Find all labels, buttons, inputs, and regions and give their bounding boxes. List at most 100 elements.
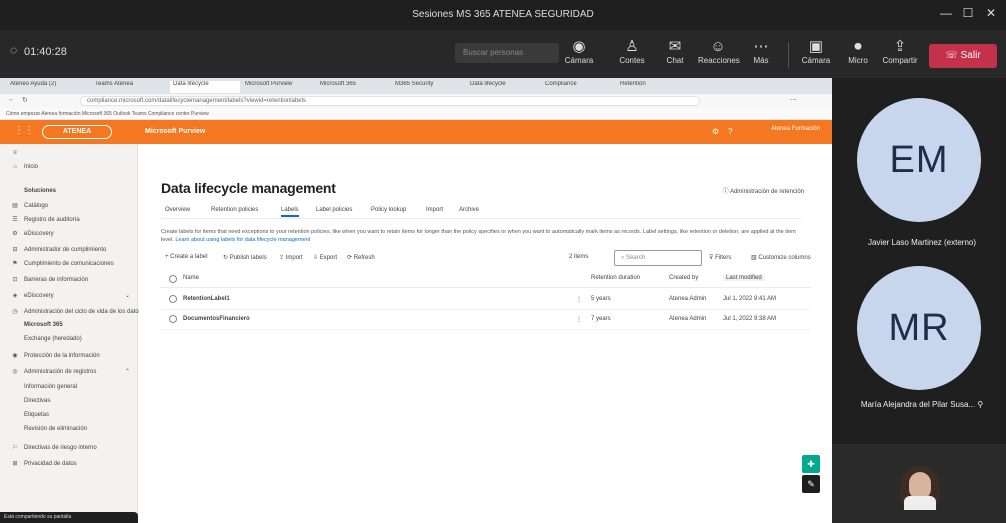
browser-tab[interactable]: Teams Atenea [95,81,165,93]
row-checkbox[interactable] [169,315,177,323]
self-video-image [900,466,940,510]
nav-sub-exchange[interactable]: Exchange (heredado) [0,336,138,348]
app-launcher-icon[interactable]: ⋮⋮ [14,125,34,136]
shield-icon: ◌ [10,43,18,57]
nav-sub-overview[interactable]: Información general [0,384,138,396]
table-row[interactable]: RetentionLabel1 ⋮ 5 years Atenea Admin J… [161,290,811,310]
row-more-icon[interactable]: ⋮ [576,316,582,323]
label-name[interactable]: RetentionLabel1 [183,296,230,302]
nav-sub-policies[interactable]: Directivas [0,398,138,410]
retention-duration: 7 years [591,316,611,322]
nav-information-barriers[interactable]: ⊡ Barreras de información [0,276,138,288]
import-button[interactable]: ⇪ Import [279,254,303,261]
mic-off-icon: ⚲ [977,400,984,409]
reactions-button[interactable]: ☺ Reacciones [698,38,740,65]
table-row[interactable]: DocumentosFinanciero ⋮ 7 years Atenea Ad… [161,310,811,330]
tab-overview[interactable]: Overview [165,207,190,213]
nav-home[interactable]: ⌂ Inicio [0,164,138,176]
select-all-checkbox[interactable] [169,275,177,283]
camera-button[interactable]: ◉ Cámara [559,38,599,65]
chat-bubble-icon: ✚ [807,459,815,469]
browser-tab-strip: Ateneo Ayuda (2) Teams Atenea Data lifec… [0,78,832,94]
browser-menu-icon[interactable]: ⋯ [790,96,797,104]
page-description: Create labels for items that need except… [161,229,796,243]
browser-tab[interactable]: Retention [620,81,690,93]
nav-communication-compliance[interactable]: ⚑ Cumplimiento de comunicaciones [0,260,138,272]
column-last-modified[interactable]: Last modified [723,275,765,281]
url-input[interactable]: compliance.microsoft.com/datalifecyclema… [80,96,700,106]
share-button[interactable]: ⇪ Compartir [880,38,920,65]
browser-tab[interactable]: Microsoft 365 [320,81,390,93]
close-button[interactable]: ✕ [982,6,1000,22]
chat-button[interactable]: ✉ Chat [655,38,695,65]
created-by: Atenea Admin [669,296,707,302]
feedback-fab-button[interactable]: ✎ [802,475,820,493]
search-input[interactable]: ⌕ Search [614,250,702,266]
column-created-by[interactable]: Created by [669,275,698,281]
nav-collapse[interactable]: ≡ [0,150,138,162]
retention-link[interactable]: ⓘ Administración de retención [723,186,804,195]
column-retention[interactable]: Retention duration [591,275,640,281]
people-search-input[interactable]: Buscar personas [455,43,559,63]
browser-tab-active[interactable]: Data lifecycle [170,81,240,93]
nav-sub-labels[interactable]: Etiquetas [0,412,138,424]
refresh-icon[interactable]: ↻ [22,96,28,104]
more-button[interactable]: ⋯ Más [741,38,781,65]
nav-privacy[interactable]: ⊞ Privacidad de datos [0,460,138,472]
browser-address-bar: ← ↻ compliance.microsoft.com/datalifecyc… [0,94,832,108]
leave-button[interactable]: ☏ Salir [929,44,997,68]
export-button[interactable]: ⇩ Export [313,254,337,261]
video-button[interactable]: ▣ Cámara [796,38,836,65]
browser-tab[interactable]: Microsoft Purview [245,81,315,93]
label-name[interactable]: DocumentosFinanciero [183,316,250,322]
audit-icon: ☰ [12,217,18,223]
nav-records-management[interactable]: ◎ Administración de registros ⌃ [0,368,138,380]
learn-more-link[interactable]: Learn about using labels for data lifecy… [175,237,310,243]
command-bar: + Create a label ↻ Publish labels ⇪ Impo… [161,250,811,266]
sharing-indicator[interactable]: Está compartiendo su pantalla [0,512,138,523]
maximize-button[interactable]: ☐ [959,6,977,22]
nav-audit[interactable]: ☰ Registro de auditoría [0,216,138,228]
people-button[interactable]: ♙ Contes [612,38,652,65]
row-more-icon[interactable]: ⋮ [576,296,582,303]
help-icon[interactable]: ? [728,127,732,136]
tab-label-policies[interactable]: Label policies [316,207,352,213]
tab-archive[interactable]: Archive [459,207,479,213]
back-icon[interactable]: ← [8,96,15,103]
nav-insider-risk[interactable]: ⚐ Directivas de riesgo interno [0,444,138,456]
catalog-icon: ▤ [12,203,18,209]
minimize-button[interactable]: — [937,6,955,22]
privacy-icon: ⊞ [12,461,18,467]
browser-tab[interactable]: Data lifecycle [470,81,540,93]
customize-columns-button[interactable]: ▥ Customize columns [751,254,811,261]
refresh-button[interactable]: ⟳ Refresh [347,254,375,261]
barrier-icon: ⊡ [12,277,18,283]
nav-section-solutions: Soluciones [24,188,57,194]
column-name[interactable]: Name [183,275,199,281]
nav-data-lifecycle[interactable]: ◷ Administración del ciclo de vida de los… [0,308,141,320]
tab-import[interactable]: Import [426,207,443,213]
row-checkbox[interactable] [169,295,177,303]
publish-labels-button[interactable]: ↻ Publish labels [223,254,267,261]
mic-button[interactable]: ⏺ Micro [838,38,878,65]
nav-ediscovery-2[interactable]: ◈ eDiscovery ⌄ [0,292,138,304]
nav-sub-disposition[interactable]: Revisión de eliminación [0,426,138,438]
tab-labels[interactable]: Labels [281,207,299,217]
tab-policy-lookup[interactable]: Policy lookup [371,207,406,213]
user-name[interactable]: Atenea Formación [771,126,820,132]
settings-icon[interactable]: ⚙ [712,127,719,136]
nav-ediscovery[interactable]: ⚙ eDiscovery [0,230,138,242]
browser-tab[interactable]: Ateneo Ayuda (2) [10,81,90,93]
browser-tab[interactable]: Compliance [545,81,615,93]
tab-retention-policies[interactable]: Retention policies [211,207,258,213]
browser-tab[interactable]: M365 Security [395,81,465,93]
filters-button[interactable]: ⊽ Filters [709,254,731,261]
chat-fab-button[interactable]: ✚ [802,455,820,473]
nav-compliance-manager[interactable]: ⊟ Administrador de cumplimiento [0,246,138,258]
last-modified: Jul 1, 2022 9:38 AM [723,316,777,322]
create-label-button[interactable]: + Create a label [165,254,208,260]
nav-sub-m365[interactable]: Microsoft 365 [0,322,138,334]
nav-catalog[interactable]: ▤ Catálogo [0,202,138,214]
nav-information-protection[interactable]: ◉ Protección de la información [0,352,138,364]
favorites-links[interactable]: Cómo empezar Atenea formación Microsoft … [6,111,209,117]
